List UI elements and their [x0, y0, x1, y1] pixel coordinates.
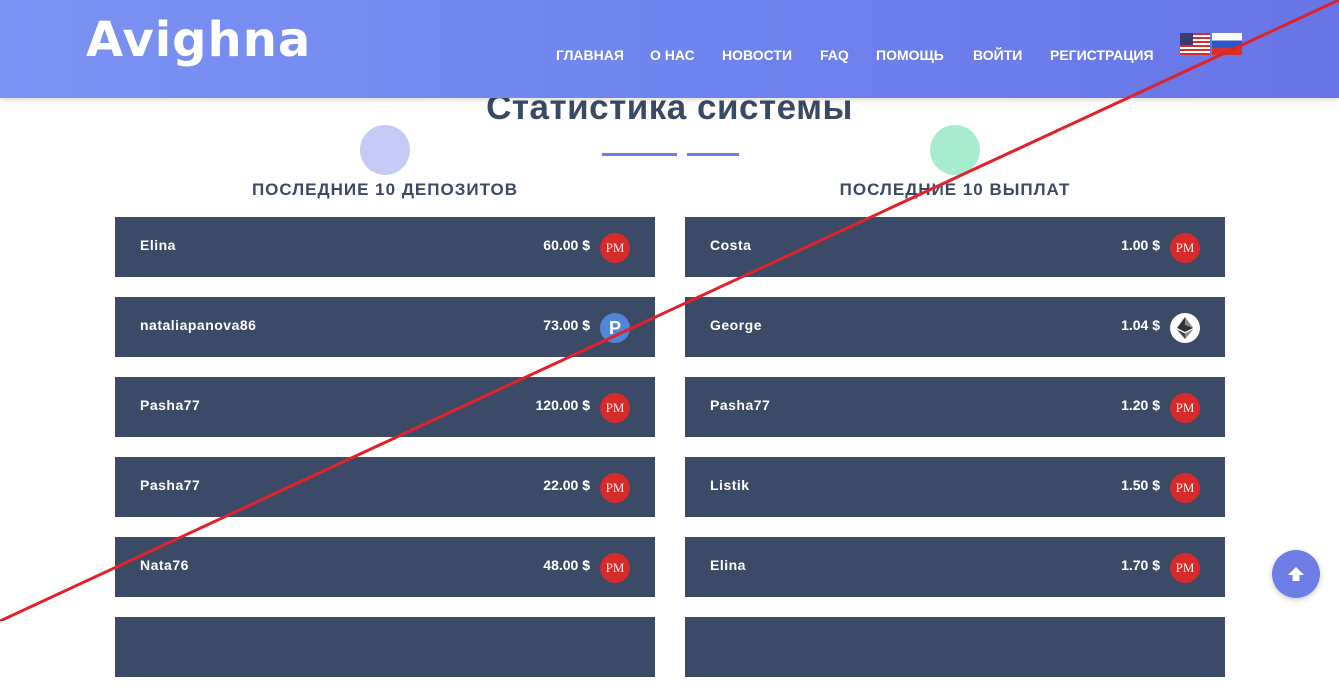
- nav-link-help[interactable]: ПОМОЩЬ: [876, 47, 944, 63]
- deposit-amount: 22.00 $: [543, 477, 590, 493]
- deposit-user: nataliapanova86: [140, 317, 257, 333]
- deposit-row: Nata76 48.00 $ PM: [115, 537, 655, 597]
- scroll-to-top-button[interactable]: [1272, 550, 1320, 598]
- deposits-list: Elina 60.00 $ PM nataliapanova86 73.00 $…: [115, 217, 655, 697]
- us-flag-icon[interactable]: [1180, 33, 1210, 55]
- perfect-money-icon: PM: [1170, 233, 1200, 263]
- perfect-money-icon: PM: [600, 553, 630, 583]
- ethereum-icon: [1170, 313, 1200, 343]
- decorative-circle-right: [930, 125, 980, 175]
- nav-link-about[interactable]: О НАС: [650, 47, 695, 63]
- payout-user: Costa: [710, 237, 752, 253]
- site-header: Avighna ГЛАВНАЯ О НАС НОВОСТИ FAQ ПОМОЩЬ…: [0, 0, 1339, 98]
- deposits-heading: ПОСЛЕДНИЕ 10 ДЕПОЗИТОВ: [251, 180, 519, 199]
- nav-link-home[interactable]: ГЛАВНАЯ: [556, 47, 624, 63]
- payout-amount: 1.00 $: [1121, 237, 1160, 253]
- payout-row: George 1.04 $: [685, 297, 1225, 357]
- deposit-row: [115, 617, 655, 677]
- perfect-money-icon: PM: [1170, 553, 1200, 583]
- deposit-user: Pasha77: [140, 477, 201, 493]
- site-logo[interactable]: Avighna: [86, 12, 311, 68]
- deposit-row: nataliapanova86 73.00 $ P: [115, 297, 655, 357]
- payouts-list: Costa 1.00 $ PM George 1.04 $ Pasha77 1.…: [685, 217, 1225, 697]
- payout-amount: 1.04 $: [1121, 317, 1160, 333]
- payout-user: Elina: [710, 557, 746, 573]
- nav-link-register[interactable]: РЕГИСТРАЦИЯ: [1050, 47, 1154, 63]
- ru-flag-icon[interactable]: [1212, 33, 1242, 55]
- deposit-row: Elina 60.00 $ PM: [115, 217, 655, 277]
- payout-row: Pasha77 1.20 $ PM: [685, 377, 1225, 437]
- deposit-user: Elina: [140, 237, 176, 253]
- payout-amount: 1.50 $: [1121, 477, 1160, 493]
- deposit-row: Pasha77 120.00 $ PM: [115, 377, 655, 437]
- deposit-user: Pasha77: [140, 397, 201, 413]
- payouts-heading: ПОСЛЕДНИЕ 10 ВЫПЛАТ: [839, 180, 1071, 199]
- perfect-money-icon: PM: [1170, 473, 1200, 503]
- perfect-money-icon: PM: [600, 473, 630, 503]
- payout-row: [685, 617, 1225, 677]
- deposit-amount: 73.00 $: [543, 317, 590, 333]
- deposit-amount: 60.00 $: [543, 237, 590, 253]
- payout-user: Pasha77: [710, 397, 771, 413]
- payout-row: Elina 1.70 $ PM: [685, 537, 1225, 597]
- title-underline: [602, 153, 677, 156]
- deposit-row: Pasha77 22.00 $ PM: [115, 457, 655, 517]
- deposit-amount: 48.00 $: [543, 557, 590, 573]
- nav-link-faq[interactable]: FAQ: [820, 47, 849, 63]
- nav-link-news[interactable]: НОВОСТИ: [722, 47, 792, 63]
- title-underline: [687, 153, 739, 156]
- perfect-money-icon: PM: [600, 233, 630, 263]
- payout-amount: 1.70 $: [1121, 557, 1160, 573]
- deposit-amount: 120.00 $: [535, 397, 591, 413]
- payout-row: Costa 1.00 $ PM: [685, 217, 1225, 277]
- payout-amount: 1.20 $: [1121, 397, 1160, 413]
- payout-row: Listik 1.50 $ PM: [685, 457, 1225, 517]
- deposit-user: Nata76: [140, 557, 189, 573]
- perfect-money-icon: PM: [1170, 393, 1200, 423]
- payout-user: Listik: [710, 477, 750, 493]
- payeer-icon: P: [600, 313, 630, 343]
- nav-link-login[interactable]: ВОЙТИ: [973, 47, 1022, 63]
- decorative-circle-left: [360, 125, 410, 175]
- payout-user: George: [710, 317, 763, 333]
- perfect-money-icon: PM: [600, 393, 630, 423]
- arrow-up-icon: [1288, 567, 1304, 581]
